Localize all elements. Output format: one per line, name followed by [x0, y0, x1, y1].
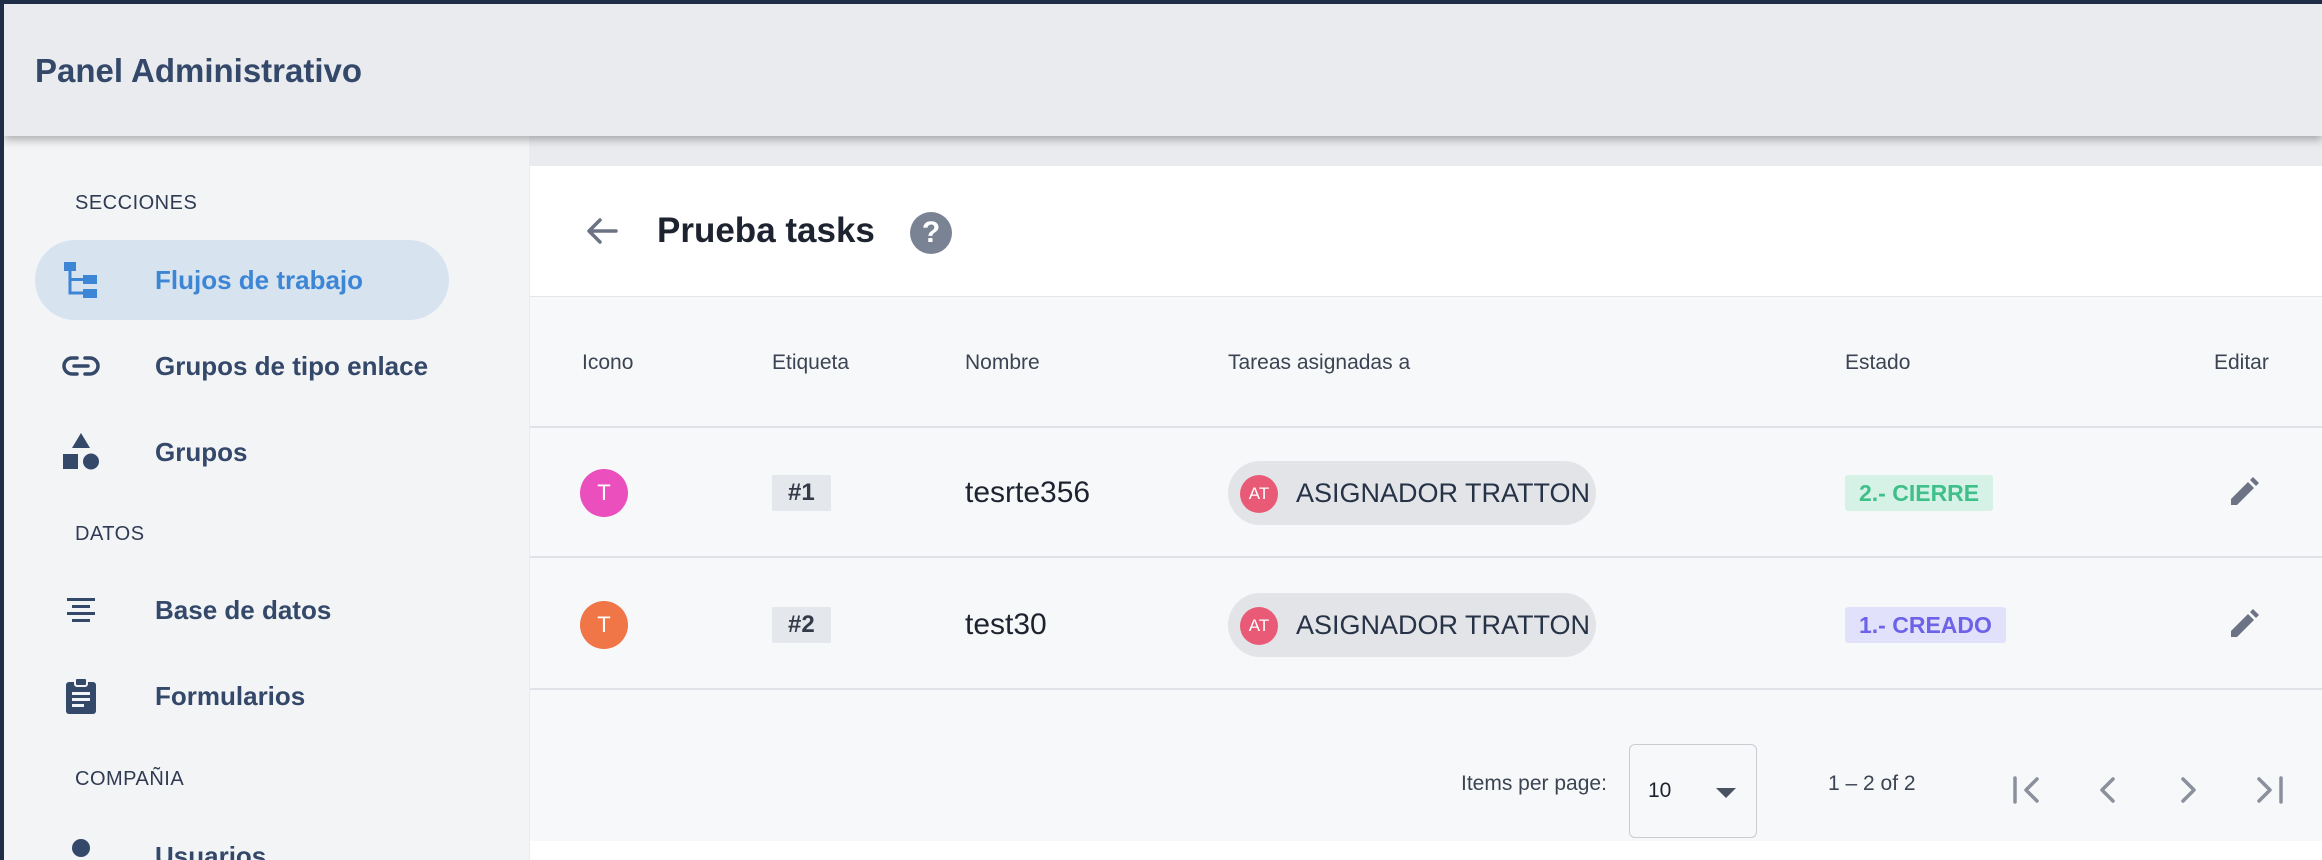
column-header-name: Nombre	[965, 351, 1040, 374]
sidebar-item-flujos[interactable]: Flujos de trabajo	[35, 240, 449, 320]
sidebar-item-label: Base de datos	[155, 595, 332, 625]
column-header-edit: Editar	[2214, 351, 2269, 374]
first-page-icon	[2013, 776, 2039, 804]
assignee-name: ASIGNADOR TRATTON	[1296, 610, 1591, 640]
assignee-name: ASIGNADOR TRATTON	[1296, 478, 1591, 508]
first-page-button[interactable]	[2006, 768, 2050, 812]
status-badge: 2.- CIERRE	[1845, 475, 1994, 511]
assignee-avatar: AT	[1240, 607, 1278, 645]
edit-button[interactable]	[2223, 605, 2263, 645]
pencil-icon	[2231, 609, 2259, 637]
assignee-avatar: AT	[1240, 475, 1278, 513]
sidebar-item-label: Formularios	[155, 681, 306, 711]
top-bar: Panel Administrativo	[4, 4, 2322, 136]
section-label-datos: DATOS	[75, 523, 145, 545]
last-page-icon	[2257, 776, 2283, 804]
link-icon	[61, 346, 101, 386]
assignee-chip: AT ASIGNADOR TRATTON	[1228, 461, 1596, 525]
pencil-icon	[2231, 477, 2259, 505]
sidebar-item-grupos[interactable]: Grupos	[35, 412, 449, 492]
caret-down-icon	[1716, 788, 1736, 798]
row-name: tesrte356	[965, 476, 1091, 509]
help-icon[interactable]: ?	[910, 212, 952, 254]
table-row[interactable]: T #1 tesrte356 AT ASIGNADOR TRATTON 2.- …	[530, 428, 2322, 558]
table-header-row: Icono Etiqueta Nombre Tareas asignadas a…	[530, 297, 2322, 428]
row-avatar: T	[580, 601, 628, 649]
sidebar-item-base-datos[interactable]: Base de datos	[35, 570, 449, 650]
edit-button[interactable]	[2223, 473, 2263, 513]
sidebar: SECCIONES Flujos de trabajo Grupos de ti…	[4, 136, 529, 860]
column-header-icon: Icono	[582, 351, 634, 374]
section-label-compania: COMPAÑIA	[75, 768, 185, 790]
page-size-value: 10	[1648, 779, 1672, 802]
app-title: Panel Administrativo	[35, 52, 363, 89]
previous-page-button[interactable]	[2086, 768, 2130, 812]
row-tag: #1	[772, 475, 831, 511]
shapes-icon	[61, 432, 101, 472]
chevron-left-icon	[2100, 777, 2115, 803]
back-button[interactable]	[582, 211, 622, 251]
column-header-status: Estado	[1845, 351, 1911, 374]
sidebar-item-label: Grupos de tipo enlace	[155, 351, 429, 381]
row-name: test30	[965, 608, 1047, 641]
row-tag: #2	[772, 607, 831, 643]
column-header-assigned: Tareas asignadas a	[1228, 351, 1411, 374]
align-center-icon	[61, 590, 101, 630]
sidebar-item-formularios[interactable]: Formularios	[35, 656, 449, 736]
last-page-button[interactable]	[2246, 768, 2290, 812]
page-size-select[interactable]: 10	[1629, 744, 1757, 838]
page-title: Prueba tasks	[657, 211, 875, 250]
sidebar-item-usuarios[interactable]: Usuarios	[35, 816, 449, 860]
workflow-tree-icon	[61, 260, 101, 300]
items-per-page-label: Items per page:	[1461, 772, 1607, 795]
next-page-button[interactable]	[2166, 768, 2210, 812]
sidebar-item-label: Flujos de trabajo	[155, 265, 364, 295]
sidebar-item-grupos-enlace[interactable]: Grupos de tipo enlace	[35, 326, 449, 406]
page-header: Prueba tasks ?	[530, 166, 2322, 296]
status-badge: 1.- CREADO	[1845, 607, 2006, 643]
app-frame: Panel Administrativo SECCIONES Flujos de…	[0, 0, 2322, 860]
row-avatar: T	[580, 469, 628, 517]
sidebar-item-label: Usuarios	[155, 841, 267, 860]
clipboard-icon	[61, 676, 101, 716]
sidebar-item-label: Grupos	[155, 437, 248, 467]
section-label-secciones: SECCIONES	[75, 192, 198, 214]
arrow-left-icon	[587, 218, 618, 244]
workflow-table: Icono Etiqueta Nombre Tareas asignadas a…	[530, 296, 2322, 841]
column-header-tag: Etiqueta	[772, 351, 850, 374]
chevron-right-icon	[2181, 777, 2196, 803]
table-row[interactable]: T #2 test30 AT ASIGNADOR TRATTON 1.- CRE…	[530, 560, 2322, 690]
paginator: Items per page: 10 1 – 2 of 2	[530, 692, 2322, 842]
assignee-chip: AT ASIGNADOR TRATTON	[1228, 593, 1596, 657]
person-icon	[61, 836, 101, 860]
main-card: Prueba tasks ? Icono Etiqueta Nombre Tar…	[530, 166, 2322, 860]
range-label: 1 – 2 of 2	[1828, 772, 1916, 795]
